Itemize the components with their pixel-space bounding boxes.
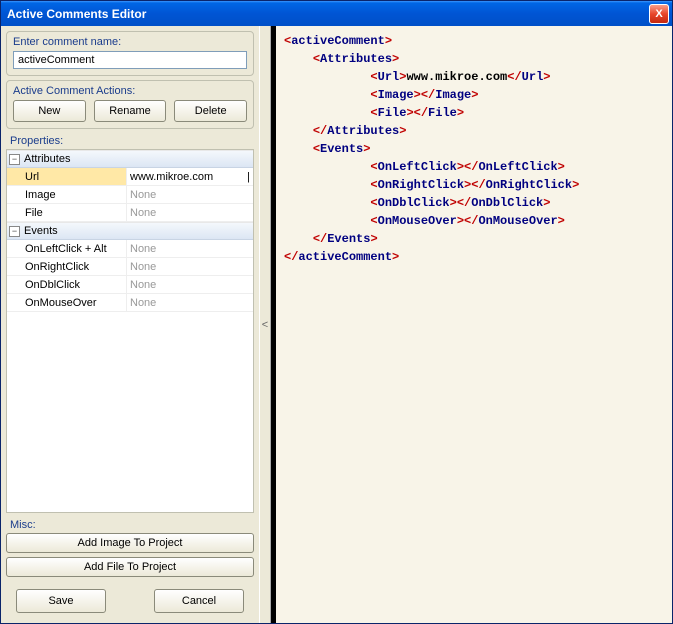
misc-label: Misc: — [10, 519, 254, 531]
close-icon: X — [655, 8, 662, 20]
prop-value[interactable]: None — [127, 204, 253, 221]
comment-name-label: Enter comment name: — [13, 36, 247, 48]
titlebar[interactable]: Active Comments Editor X — [1, 1, 672, 26]
prop-name[interactable]: Url — [7, 168, 127, 185]
content: Enter comment name: Active Comment Actio… — [1, 26, 672, 623]
prop-name[interactable]: OnLeftClick + Alt — [7, 240, 127, 257]
properties-label: Properties: — [10, 135, 254, 147]
prop-name[interactable]: Image — [7, 186, 127, 203]
rename-button[interactable]: Rename — [94, 100, 167, 122]
save-button[interactable]: Save — [16, 589, 106, 613]
prop-row[interactable]: OnDblClick None — [7, 276, 253, 294]
group-header-events[interactable]: − Events — [7, 222, 253, 240]
group-header-label: Attributes — [24, 153, 70, 165]
bottom-buttons: Save Cancel — [6, 581, 254, 618]
actions-label: Active Comment Actions: — [13, 85, 247, 97]
prop-value[interactable]: None — [127, 276, 253, 293]
new-button[interactable]: New — [13, 100, 86, 122]
group-header-label: Events — [24, 225, 58, 237]
comment-name-input[interactable] — [13, 51, 247, 69]
comment-name-group: Enter comment name: — [6, 31, 254, 76]
misc-group: Misc: Add Image To Project Add File To P… — [6, 517, 254, 581]
window-title: Active Comments Editor — [7, 7, 649, 21]
prop-row[interactable]: OnLeftClick + Alt None — [7, 240, 253, 258]
property-grid[interactable]: − Attributes Url | Image None File None … — [6, 149, 254, 513]
prop-row[interactable]: File None — [7, 204, 253, 222]
prop-value[interactable]: None — [127, 186, 253, 203]
actions-group: Active Comment Actions: New Rename Delet… — [6, 80, 254, 129]
cancel-button[interactable]: Cancel — [154, 589, 244, 613]
prop-name[interactable]: File — [7, 204, 127, 221]
xml-preview: <activeComment> <Attributes> <Url>www.mi… — [276, 26, 672, 623]
prop-row[interactable]: Url | — [7, 168, 253, 186]
prop-name[interactable]: OnMouseOver — [7, 294, 127, 311]
prop-value[interactable]: None — [127, 294, 253, 311]
add-file-button[interactable]: Add File To Project — [6, 557, 254, 577]
splitter[interactable]: < — [259, 26, 271, 623]
close-button[interactable]: X — [649, 4, 669, 24]
collapse-icon[interactable]: − — [9, 226, 20, 237]
prop-row[interactable]: Image None — [7, 186, 253, 204]
prop-value[interactable]: | — [127, 168, 253, 185]
delete-button[interactable]: Delete — [174, 100, 247, 122]
left-panel: Enter comment name: Active Comment Actio… — [1, 26, 259, 623]
prop-row[interactable]: OnRightClick None — [7, 258, 253, 276]
prop-name[interactable]: OnRightClick — [7, 258, 127, 275]
group-header-attributes[interactable]: − Attributes — [7, 150, 253, 168]
window: Active Comments Editor X Enter comment n… — [0, 0, 673, 624]
chevron-left-icon: < — [262, 319, 268, 331]
prop-value-input[interactable] — [130, 171, 247, 183]
prop-name[interactable]: OnDblClick — [7, 276, 127, 293]
add-image-button[interactable]: Add Image To Project — [6, 533, 254, 553]
prop-value[interactable]: None — [127, 258, 253, 275]
prop-row[interactable]: OnMouseOver None — [7, 294, 253, 312]
collapse-icon[interactable]: − — [9, 154, 20, 165]
prop-value[interactable]: None — [127, 240, 253, 257]
